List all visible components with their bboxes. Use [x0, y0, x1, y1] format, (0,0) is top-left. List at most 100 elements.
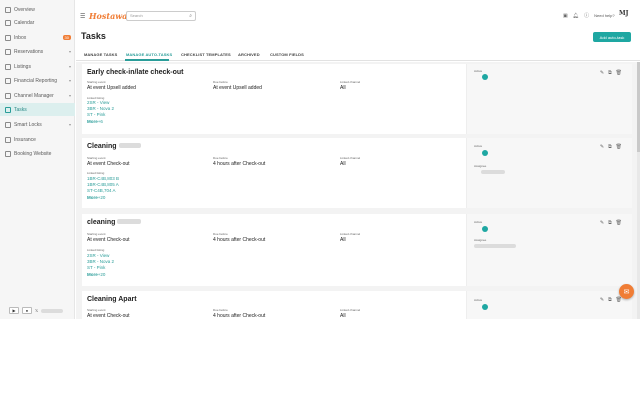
menu-icon[interactable]: ☰ [80, 13, 85, 20]
channel-value: All [340, 313, 346, 319]
sidebar-item-insurance[interactable]: Insurance [0, 133, 75, 146]
listing-link[interactable]: ST - Pink [87, 112, 105, 117]
sidebar-item-listings[interactable]: Listings ▾ [0, 60, 75, 73]
duplicate-icon[interactable]: ⧉ [608, 220, 612, 226]
tab-checklist-templates[interactable]: CHECKLIST TEMPLATES [181, 52, 231, 57]
tab-archived[interactable]: ARCHIVED [238, 52, 260, 57]
tab-manage-auto-tasks[interactable]: MANAGE AUTO-TASKS [126, 52, 172, 57]
delete-icon[interactable]: 🗑︎ [616, 70, 622, 76]
auto-task-list: Early check-in/late check-out Starting e… [76, 62, 640, 319]
task-title-text: Cleaning [87, 143, 117, 150]
redacted-text [481, 170, 505, 174]
task-title: Cleaning Apart [87, 296, 137, 303]
status-panel: Active [466, 291, 632, 319]
listing-link[interactable]: ST - Pink [87, 265, 105, 270]
twitter-icon[interactable]: 𝕏 [35, 308, 38, 313]
active-toggle[interactable] [482, 74, 488, 80]
status-label: Active [474, 144, 483, 148]
channel-value: All [340, 237, 346, 243]
due-label: Due before [213, 308, 228, 312]
auto-task-card[interactable]: Early check-in/late check-out Starting e… [82, 64, 632, 134]
sidebar-item-tasks[interactable]: Tasks [0, 103, 75, 116]
apple-icon[interactable]: ● [22, 307, 32, 314]
calendar-icon[interactable]: ▣ [563, 13, 568, 19]
bell-icon[interactable]: 🔔︎ [573, 13, 579, 19]
task-title: Cleaning [87, 143, 141, 150]
tab-custom-fields[interactable]: CUSTOM FIELDS [270, 52, 304, 57]
edit-icon[interactable]: ✎ [600, 297, 604, 303]
duplicate-icon[interactable]: ⧉ [608, 70, 612, 76]
duplicate-icon[interactable]: ⧉ [608, 144, 612, 150]
tab-manage-tasks[interactable]: MANAGE TASKS [84, 52, 117, 57]
auto-task-card[interactable]: Cleaning Apart Starting event At event C… [82, 291, 632, 319]
event-label: Starting event [87, 80, 106, 84]
avatar[interactable]: MJ [619, 10, 628, 17]
sidebar-item-label: Listings [14, 63, 31, 70]
active-toggle[interactable] [482, 226, 488, 232]
lock-icon [5, 121, 11, 128]
sidebar-item-inbox[interactable]: Inbox 30 [0, 31, 75, 44]
event-value: At event Check-out [87, 237, 130, 243]
calendar-icon [5, 19, 11, 26]
chat-fab-button[interactable]: ✉ [619, 284, 634, 299]
duplicate-icon[interactable]: ⧉ [608, 297, 612, 303]
event-value: At event Upsell added [87, 85, 136, 91]
listing-link[interactable]: 1BR-C4B,805 A [87, 182, 119, 187]
chevron-down-icon: ▾ [68, 49, 71, 54]
channel-icon [5, 92, 11, 99]
listing-link[interactable]: 3BR - Nova 2 [87, 259, 114, 264]
task-title: Early check-in/late check-out [87, 69, 184, 76]
edit-icon[interactable]: ✎ [600, 70, 604, 76]
google-play-icon[interactable]: ▶ [9, 307, 19, 314]
home-icon [5, 63, 11, 70]
sidebar-item-calendar[interactable]: Calendar [0, 16, 75, 29]
sidebar-item-label: Tasks [14, 106, 27, 113]
add-auto-task-button[interactable]: Add auto-task [593, 32, 631, 42]
auto-task-card[interactable]: Cleaning Starting event At event Check-o… [82, 138, 632, 208]
sidebar-item-label: Channel Manager [14, 92, 54, 99]
help-icon[interactable]: ⓘ [584, 12, 589, 19]
active-toggle[interactable] [482, 150, 488, 156]
sidebar-item-overview[interactable]: Overview [0, 3, 75, 16]
status-label: Active [474, 69, 483, 73]
edit-icon[interactable]: ✎ [600, 144, 604, 150]
more-listings-link[interactable]: More+20 [87, 272, 105, 277]
channel-label: Linked channel [340, 80, 361, 84]
task-title-text: cleaning [87, 219, 116, 226]
due-label: Due before [213, 80, 228, 84]
more-label: More [87, 119, 98, 124]
event-label: Starting event [87, 308, 106, 312]
active-toggle[interactable] [482, 304, 488, 310]
event-value: At event Check-out [87, 313, 130, 319]
delete-icon[interactable]: 🗑︎ [616, 297, 622, 303]
delete-icon[interactable]: 🗑︎ [616, 220, 622, 226]
sidebar-item-label: Financial Reporting [14, 77, 58, 84]
listing-link[interactable]: ST-C4B,704 A [87, 188, 116, 193]
task-title: cleaning [87, 219, 142, 226]
help-link[interactable]: Need help? [594, 13, 614, 18]
sidebar-item-booking-website[interactable]: Booking Website [0, 147, 75, 160]
listing-link[interactable]: 2SR - View [87, 253, 109, 258]
grid-icon [5, 6, 11, 13]
auto-task-card[interactable]: cleaning Starting event At event Check-o… [82, 214, 632, 286]
tabs: MANAGE TASKS MANAGE AUTO-TASKS CHECKLIST… [76, 47, 640, 61]
more-count: +6 [97, 119, 103, 124]
listing-label: Linked listing [87, 248, 105, 252]
page-title: Tasks [81, 31, 106, 41]
search-input[interactable]: Search ⌕ [126, 11, 196, 21]
listing-link[interactable]: 1BR-C4B,803 B [87, 176, 119, 181]
sidebar-item-financial-reporting[interactable]: Financial Reporting ▾ [0, 74, 75, 87]
app-store-links: ▶ ● 𝕏 [9, 307, 64, 314]
event-label: Starting event [87, 232, 106, 236]
more-listings-link[interactable]: More+6 [87, 119, 103, 124]
sidebar-item-channel-manager[interactable]: Channel Manager ▾ [0, 89, 75, 102]
channel-label: Linked channel [340, 232, 361, 236]
listing-link[interactable]: 3BR - Nova 2 [87, 106, 114, 111]
more-listings-link[interactable]: More+20 [87, 195, 105, 200]
sidebar-item-smart-locks[interactable]: Smart Locks ▾ [0, 118, 75, 131]
edit-icon[interactable]: ✎ [600, 220, 604, 226]
listing-link[interactable]: 2SR - View [87, 100, 109, 105]
chevron-down-icon: ▾ [68, 93, 71, 98]
sidebar-item-reservations[interactable]: Reservations ▾ [0, 45, 75, 58]
delete-icon[interactable]: 🗑︎ [616, 144, 622, 150]
